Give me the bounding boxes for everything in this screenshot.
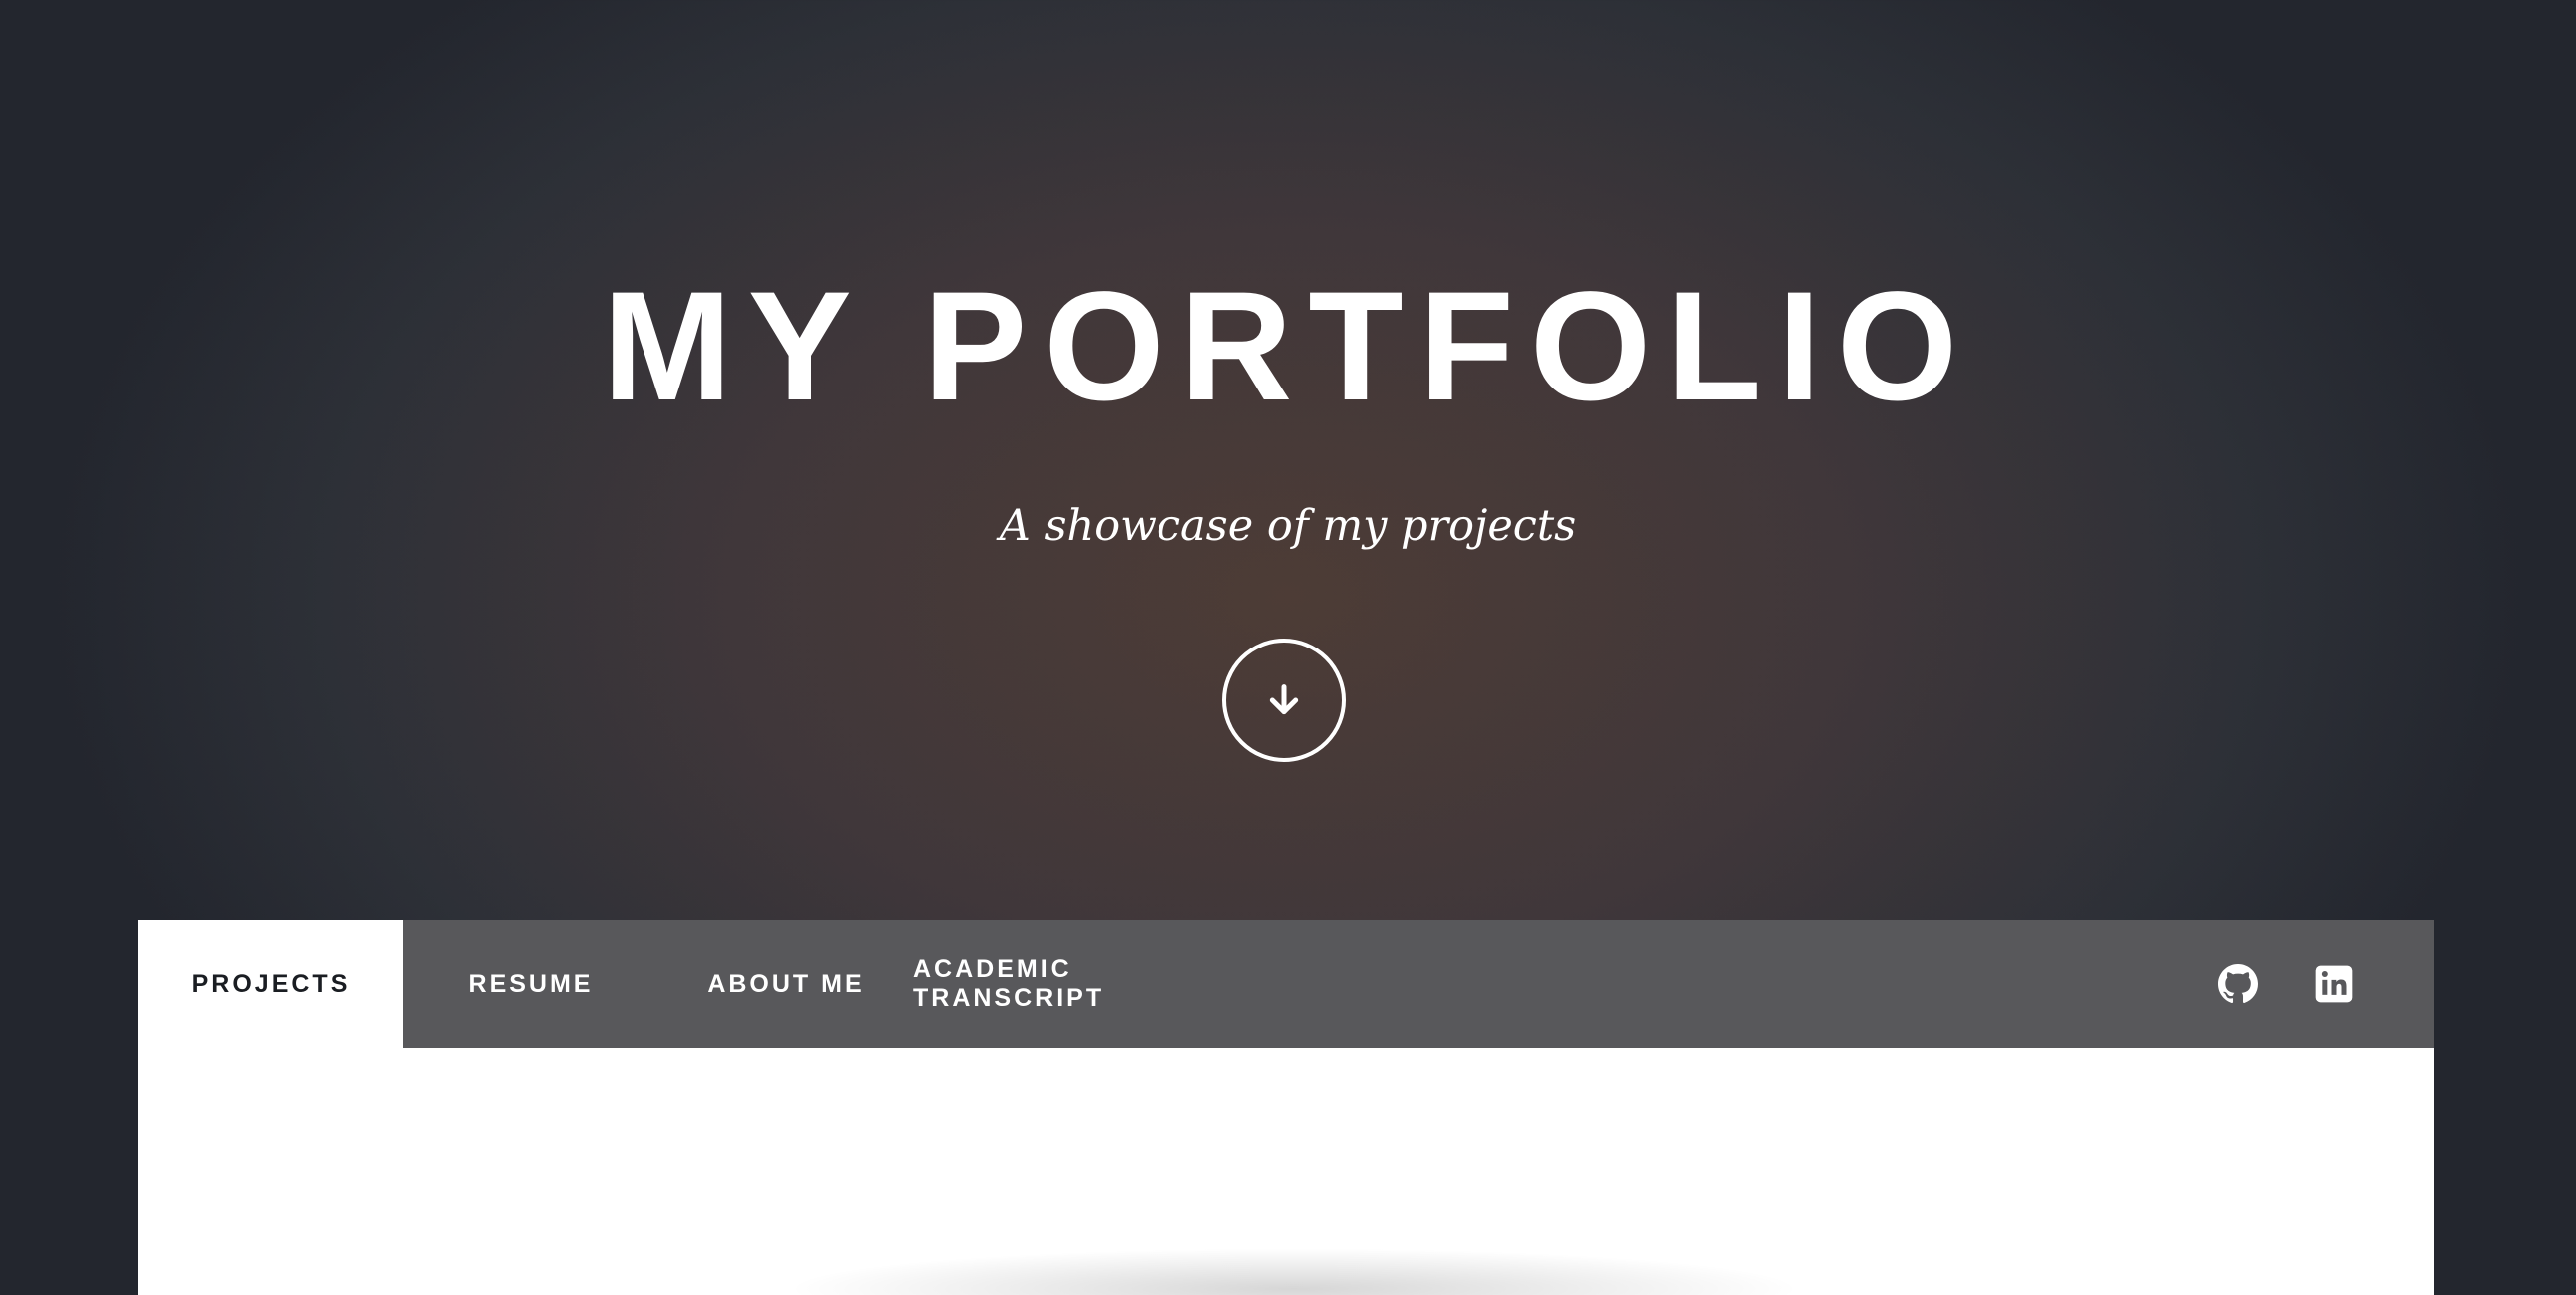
content-panel: PROJECTS RESUME ABOUT ME ACADEMIC TRANSC… <box>138 920 2434 1295</box>
linkedin-icon <box>2315 965 2353 1003</box>
scroll-down-button[interactable] <box>1222 639 1346 762</box>
hero-section: MY PORTFOLIO A showcase of my projects <box>0 0 2576 920</box>
main-navbar: PROJECTS RESUME ABOUT ME ACADEMIC TRANSC… <box>138 920 2434 1048</box>
github-icon <box>2218 964 2258 1004</box>
tab-about-me[interactable]: ABOUT ME <box>658 920 913 1048</box>
arrow-down-icon <box>1269 684 1299 715</box>
page-subtitle: A showcase of my projects <box>999 501 1577 551</box>
page-title: MY PORTFOLIO <box>602 260 1974 433</box>
tab-resume[interactable]: RESUME <box>403 920 658 1048</box>
github-link[interactable] <box>2214 960 2262 1008</box>
tab-projects[interactable]: PROJECTS <box>138 920 403 1048</box>
linkedin-link[interactable] <box>2310 960 2358 1008</box>
project-card-shadow <box>796 1249 1792 1295</box>
tab-academic-transcript[interactable]: ACADEMIC TRANSCRIPT <box>913 920 1264 1048</box>
